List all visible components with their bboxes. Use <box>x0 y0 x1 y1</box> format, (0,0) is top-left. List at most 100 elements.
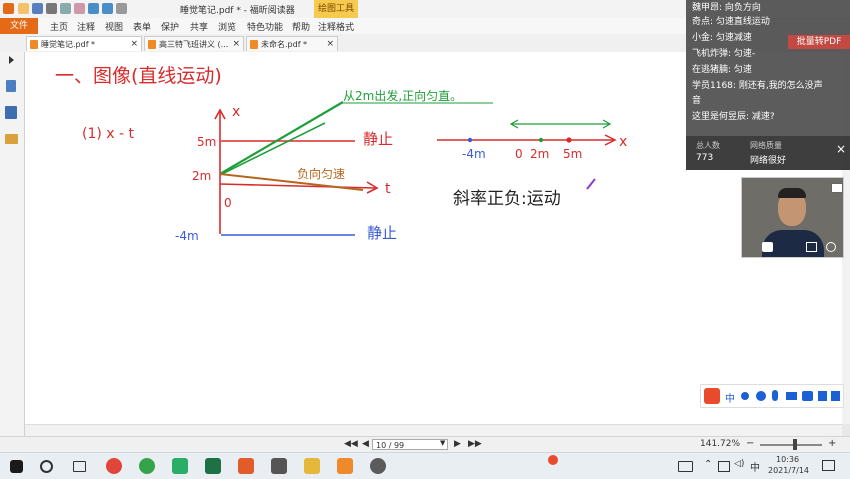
last-page-icon[interactable]: ▶▶ <box>468 439 482 449</box>
close-stats-button[interactable]: × <box>836 142 846 156</box>
camera-icon[interactable] <box>762 242 773 252</box>
ribbon-menu: 文件 主页 注释 视图 表单 保护 共享 浏览 特色功能 帮助 注释格式 <box>0 18 686 35</box>
tab-handout[interactable]: 高三特飞班讲义 (... × <box>144 36 244 51</box>
network-value: 网络很好 <box>750 156 787 166</box>
menu-help[interactable]: 帮助 <box>292 20 310 33</box>
close-icon[interactable]: × <box>232 37 240 51</box>
network-icon[interactable] <box>718 461 730 472</box>
ime-mode[interactable]: 中 <box>725 390 735 405</box>
print-icon[interactable] <box>46 3 57 14</box>
webcam-close-icon[interactable] <box>831 183 843 193</box>
undo-icon[interactable] <box>88 3 99 14</box>
chat-message: 学员1168: 刚还有,我的怎么没声 <box>692 81 823 91</box>
pages-icon[interactable] <box>5 106 17 119</box>
zoom-slider[interactable] <box>760 444 822 446</box>
point-5m <box>566 137 572 143</box>
menu-view[interactable]: 视图 <box>105 20 123 33</box>
tab-untitled[interactable]: 未命名.pdf * × <box>246 36 338 51</box>
rotate-icon[interactable] <box>826 242 836 252</box>
customize-icon[interactable] <box>116 3 127 14</box>
number-label-neg4m: -4m <box>462 147 486 161</box>
label-origin: 0 <box>224 196 232 210</box>
pen-cursor <box>586 178 596 190</box>
live-chat-panel: 魏甲昂: 向负方向 奇点: 匀速直线运动 小金: 匀速减速 飞机炸弹: 匀速- … <box>686 0 850 170</box>
mail-icon[interactable] <box>60 3 71 14</box>
next-page-icon[interactable]: ▶ <box>454 439 461 449</box>
tools-icon[interactable] <box>818 391 827 401</box>
keyboard-icon[interactable] <box>678 461 693 472</box>
slope-note: 斜率正负:运动 <box>453 189 561 209</box>
zoom-slider-thumb[interactable] <box>793 439 797 450</box>
label-neg4m: -4m <box>175 229 199 243</box>
close-icon[interactable]: × <box>326 37 334 51</box>
chat-message: 魏甲昂: 向负方向 <box>692 3 761 13</box>
clock-date[interactable]: 2021/7/14 <box>768 466 809 475</box>
edge-icon[interactable] <box>139 458 155 474</box>
tab-sleep-notes[interactable]: 睡觉笔记.pdf * × <box>26 36 142 51</box>
keyboard-soft-icon[interactable] <box>786 392 797 400</box>
tray-chevron-icon[interactable]: ⌃ <box>704 459 712 470</box>
menu-form[interactable]: 表单 <box>133 20 151 33</box>
menu-browse[interactable]: 浏览 <box>218 20 236 33</box>
bookmark-icon[interactable] <box>6 80 16 92</box>
first-page-icon[interactable]: ◀◀ <box>344 439 358 449</box>
notification-icon[interactable] <box>822 460 835 471</box>
tab-label: 未命名.pdf * <box>261 40 308 49</box>
menu-comment[interactable]: 注释 <box>77 20 95 33</box>
menu-comment-format[interactable]: 注释格式 <box>318 20 354 33</box>
voice-icon[interactable] <box>772 390 778 401</box>
menu-share[interactable]: 共享 <box>190 20 208 33</box>
drawing-tools-tab[interactable]: 绘图工具 <box>314 0 358 18</box>
number-line-axis-label: x <box>619 134 627 150</box>
comments-icon[interactable] <box>5 134 18 144</box>
pip-icon[interactable] <box>806 242 817 252</box>
file-explorer-icon[interactable] <box>304 458 320 474</box>
skin-icon[interactable] <box>802 391 813 401</box>
menu-features[interactable]: 特色功能 <box>247 20 283 33</box>
x-axis-label: x <box>232 104 240 120</box>
foxit-icon[interactable] <box>337 458 353 474</box>
total-value: 773 <box>696 153 714 163</box>
redo-icon[interactable] <box>102 3 113 14</box>
stationary-bottom-label: 静止 <box>367 224 397 242</box>
chrome-icon[interactable] <box>106 458 122 474</box>
emoji-icon[interactable] <box>756 391 766 401</box>
notes-app-icon[interactable] <box>271 458 287 474</box>
punctuation-icon[interactable] <box>741 392 749 400</box>
save-icon[interactable] <box>32 3 43 14</box>
prev-page-icon[interactable]: ◀ <box>362 439 369 449</box>
total-label: 总人数 <box>696 141 720 150</box>
wechat-icon[interactable] <box>172 458 188 474</box>
volume-icon[interactable]: ◁) <box>734 459 744 469</box>
sogou-tray-icon[interactable] <box>548 455 558 465</box>
chat-message: 飞机炸弹: 匀速- <box>692 49 756 59</box>
close-icon[interactable]: × <box>130 37 138 51</box>
expand-panel-icon[interactable] <box>9 56 14 64</box>
brown-note: 负向匀速 <box>297 166 345 181</box>
page-number-input[interactable]: 10 / 99 <box>372 439 448 450</box>
windows-start-icon[interactable] <box>10 460 23 473</box>
menu-protect[interactable]: 保护 <box>161 20 179 33</box>
status-bar: ◀◀ ◀ 10 / 99 ▼ ▶ ▶▶ 141.72% − + <box>0 436 850 453</box>
ime-language[interactable]: 中 <box>750 459 760 474</box>
menu-grid-icon[interactable] <box>831 391 840 401</box>
menu-home[interactable]: 主页 <box>50 20 68 33</box>
zoom-in-button[interactable]: + <box>828 438 836 449</box>
pdf-app-icon[interactable] <box>238 458 254 474</box>
pdf-icon <box>30 40 38 49</box>
page-dropdown-icon[interactable]: ▼ <box>440 439 445 447</box>
clock-time[interactable]: 10:36 <box>776 455 799 464</box>
sogou-logo-icon[interactable] <box>704 388 720 404</box>
settings-icon[interactable] <box>370 458 386 474</box>
hand-tool-icon[interactable] <box>74 3 85 14</box>
webcam-video[interactable] <box>741 177 844 258</box>
task-view-icon[interactable] <box>73 461 86 472</box>
excel-icon[interactable] <box>205 458 221 474</box>
tab-label: 睡觉笔记.pdf * <box>41 40 96 49</box>
open-icon[interactable] <box>18 3 29 14</box>
zoom-out-button[interactable]: − <box>746 438 754 449</box>
notes-subheading: (1) x - t <box>82 126 135 142</box>
window-title: 睡觉笔记.pdf * - 福昕阅读器 <box>180 6 295 16</box>
search-icon[interactable] <box>40 460 53 473</box>
file-menu[interactable]: 文件 <box>0 18 38 34</box>
